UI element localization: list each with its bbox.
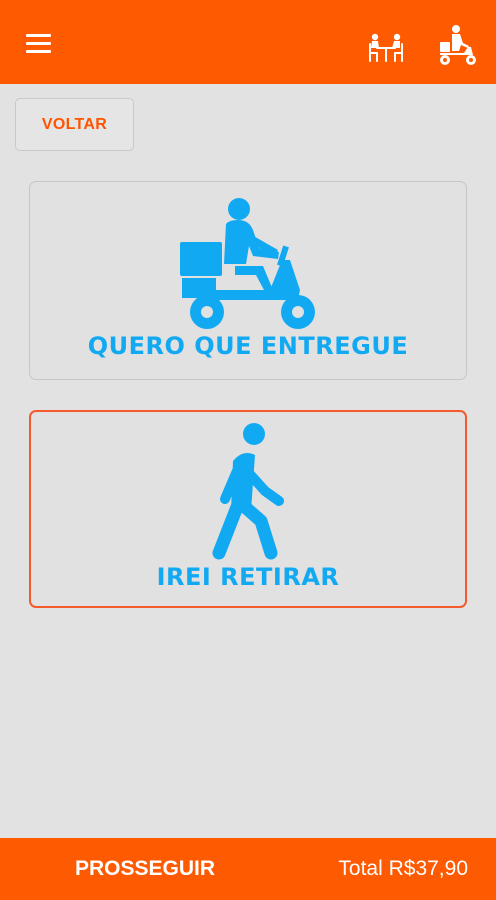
delivery-scooter-icon (180, 198, 315, 329)
dine-in-button[interactable] (367, 31, 405, 65)
proceed-button[interactable]: PROSSEGUIR (62, 855, 228, 883)
option-delivery-card[interactable]: QUERO QUE ENTREGUE (29, 181, 467, 380)
delivery-scooter-icon (440, 25, 476, 65)
delivery-header-button[interactable] (437, 24, 479, 68)
app-bar (0, 0, 496, 84)
option-pickup-label: IREI RETIRAR (156, 563, 340, 591)
hamburger-menu-icon (26, 34, 51, 37)
order-total: Total R$37,90 (338, 857, 468, 880)
walking-person-icon (212, 423, 284, 560)
bottom-bar: PROSSEGUIR Total R$37,90 (0, 838, 496, 900)
option-pickup-card[interactable]: IREI RETIRAR (29, 410, 467, 608)
dine-in-table-icon (369, 33, 403, 62)
back-button[interactable]: VOLTAR (15, 98, 134, 151)
option-delivery-label: QUERO QUE ENTREGUE (87, 332, 409, 360)
hamburger-line (26, 42, 51, 45)
hamburger-line (26, 50, 51, 53)
menu-button[interactable] (18, 26, 58, 62)
